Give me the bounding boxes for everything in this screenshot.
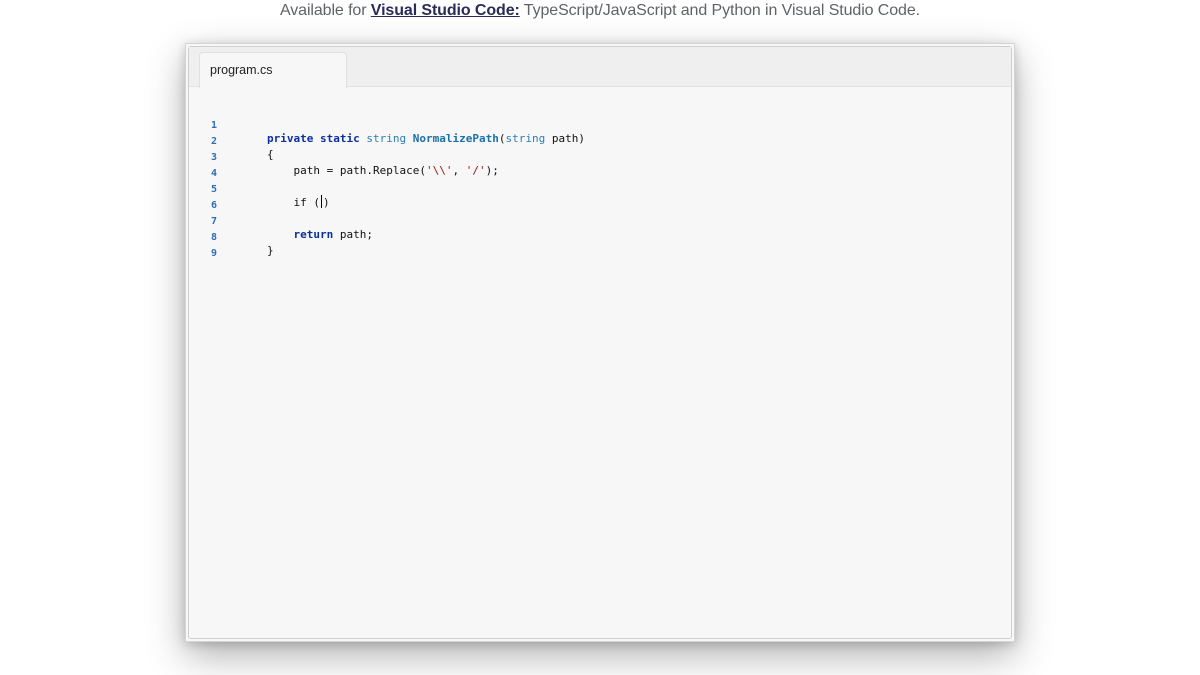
tab-program-cs[interactable]: program.cs <box>199 52 347 88</box>
code-line: 5 if () <box>189 169 1011 209</box>
code-line: 8 } <box>189 217 1011 257</box>
code-editor[interactable]: 1 private static string NormalizePath(st… <box>189 87 1011 638</box>
code-line: 4 <box>189 153 1011 179</box>
code-line: 3 path = path.Replace('\\', '/'); <box>189 137 1011 177</box>
caption: Available for Visual Studio Code: TypeSc… <box>0 2 1200 20</box>
caption-suffix: TypeScript/JavaScript and Python in Visu… <box>519 2 921 19</box>
editor-window: program.cs 1 private static string Norma… <box>185 43 1015 642</box>
caption-prefix: Available for <box>279 2 371 19</box>
editor-frame: program.cs 1 private static string Norma… <box>188 46 1012 639</box>
code-line: 1 private static string NormalizePath(st… <box>189 105 1011 145</box>
code-line: 9 <box>189 233 1011 259</box>
vscode-link[interactable]: Visual Studio Code: <box>371 2 520 19</box>
code-line: 7 return path; <box>189 201 1011 241</box>
line-number: 9 <box>211 248 218 259</box>
code-line: 2 { <box>189 121 1011 161</box>
tab-bar: program.cs <box>189 47 1011 88</box>
code-line: 6 <box>189 185 1011 211</box>
